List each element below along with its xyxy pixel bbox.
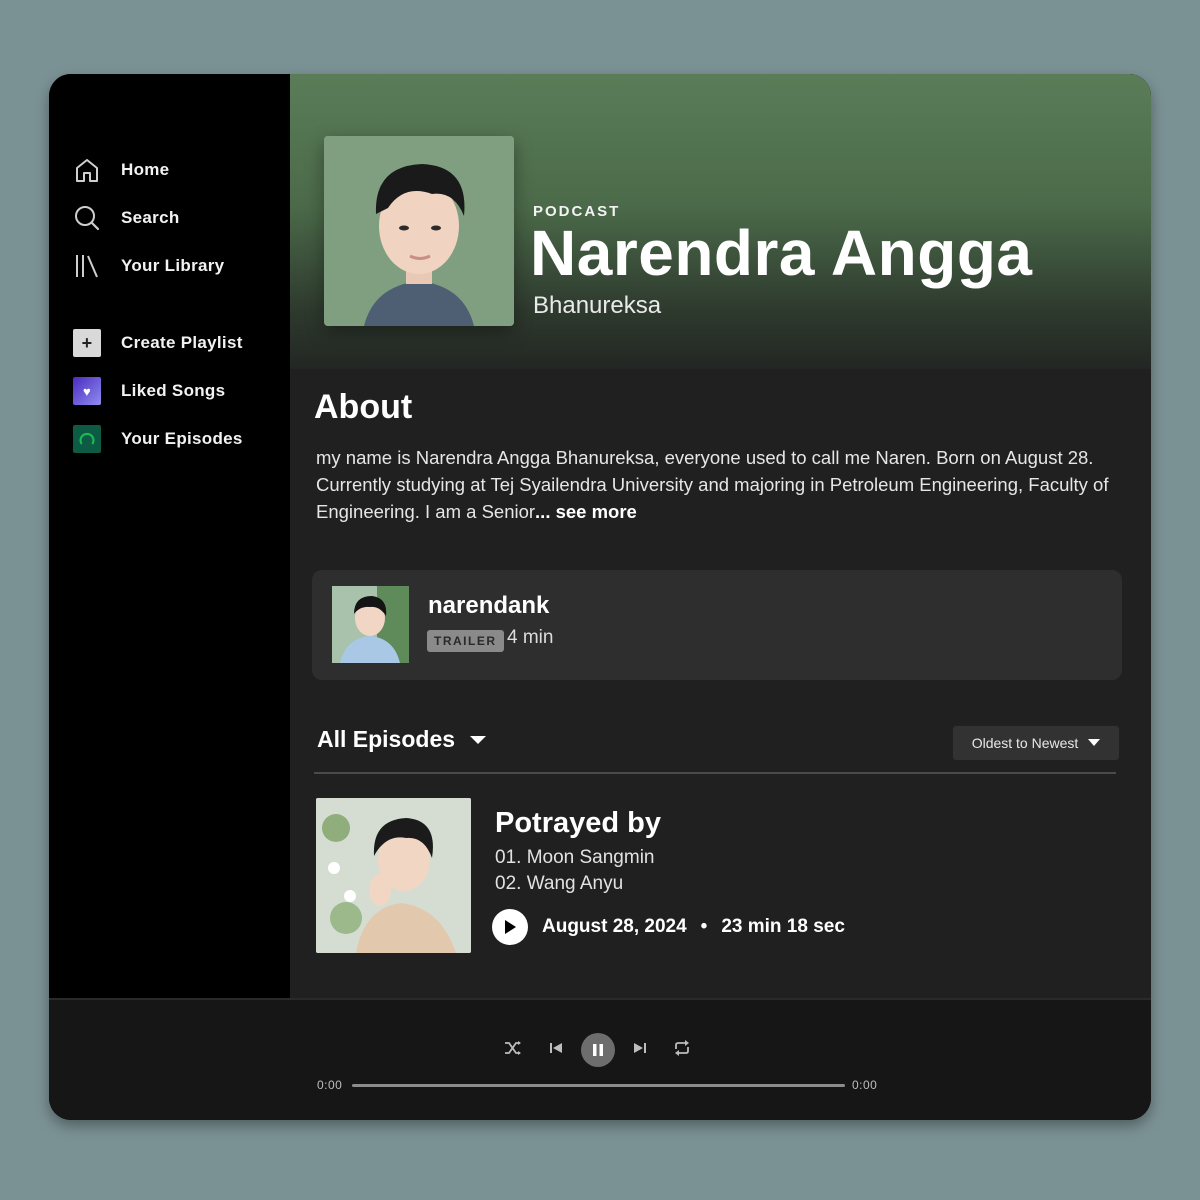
podcast-header: PODCAST Narendra Angga Bhanureksa — [290, 74, 1151, 369]
heart-icon: ♥ — [73, 377, 101, 405]
shuffle-button[interactable] — [504, 1040, 522, 1056]
podcast-cover-image — [324, 136, 514, 326]
sidebar-item-liked-songs[interactable]: ♥ Liked Songs — [73, 377, 225, 405]
sort-label: Oldest to Newest — [971, 735, 1079, 751]
episode-meta: August 28, 2024 • 23 min 18 sec — [492, 909, 845, 945]
sidebar-item-home[interactable]: Home — [73, 156, 169, 184]
home-icon — [76, 159, 98, 182]
episode-thumbnail — [316, 798, 471, 953]
repeat-button[interactable] — [673, 1040, 691, 1056]
sidebar-item-label: Your Episodes — [121, 429, 243, 448]
page-title: Narendra Angga — [530, 217, 1033, 289]
about-description: my name is Narendra Angga Bhanureksa, ev… — [316, 444, 1116, 525]
sidebar-item-label: Your Library — [121, 256, 225, 275]
episode-title: Potrayed by — [495, 807, 661, 839]
about-heading: About — [314, 388, 413, 426]
episode-description-line: 01. Moon Sangmin — [495, 847, 655, 868]
repeat-icon — [675, 1040, 689, 1056]
skip-forward-icon — [634, 1043, 646, 1053]
previous-button[interactable] — [549, 1041, 563, 1055]
time-total: 0:00 — [852, 1078, 878, 1092]
sidebar-item-create-playlist[interactable]: + Create Playlist — [73, 329, 243, 357]
episodes-filter-dropdown[interactable]: All Episodes — [317, 726, 487, 753]
main-content: PODCAST Narendra Angga Bhanureksa About … — [290, 74, 1151, 998]
sidebar-item-search[interactable]: Search — [73, 204, 180, 232]
play-icon — [505, 920, 516, 934]
player-bar: 0:00 0:00 — [49, 998, 1151, 1120]
plus-icon: + — [73, 329, 101, 357]
trailer-card[interactable]: narendank TRAILER 4 min — [312, 570, 1122, 680]
library-icon — [76, 255, 98, 278]
trailer-title: narendank — [428, 592, 550, 619]
sidebar: Home Search Your Library + Create Playli… — [49, 74, 290, 998]
pause-icon — [593, 1044, 603, 1056]
sidebar-item-your-episodes[interactable]: Your Episodes — [73, 425, 243, 453]
next-button[interactable] — [633, 1041, 647, 1055]
sidebar-item-library[interactable]: Your Library — [73, 252, 224, 280]
see-more-link[interactable]: ... see more — [535, 501, 637, 522]
chevron-down-icon — [1088, 739, 1101, 746]
chevron-down-icon — [470, 735, 487, 744]
sidebar-item-label: Home — [121, 160, 170, 179]
trailer-thumbnail — [332, 586, 409, 663]
progress-bar[interactable] — [352, 1084, 845, 1087]
episodes-divider — [314, 772, 1116, 774]
sort-dropdown[interactable]: Oldest to Newest — [953, 726, 1119, 760]
episode-date: August 28, 2024 — [542, 916, 687, 937]
sidebar-item-label: Search — [121, 208, 180, 227]
skip-back-icon — [550, 1043, 562, 1053]
app-window: Home Search Your Library + Create Playli… — [49, 74, 1151, 1120]
trailer-badge: TRAILER — [427, 630, 504, 652]
episode-description-line: 02. Wang Anyu — [495, 873, 624, 894]
episodes-filter-label: All Episodes — [317, 726, 456, 752]
search-icon — [75, 206, 100, 231]
episode-duration: 23 min 18 sec — [721, 916, 845, 937]
episode-play-button[interactable] — [492, 909, 528, 945]
sidebar-item-label: Create Playlist — [121, 333, 243, 352]
pause-button[interactable] — [581, 1033, 615, 1067]
page-subtitle: Bhanureksa — [533, 292, 662, 319]
sidebar-item-label: Liked Songs — [121, 381, 226, 400]
episodes-icon — [73, 425, 101, 453]
shuffle-icon — [505, 1041, 521, 1055]
about-text: my name is Narendra Angga Bhanureksa, ev… — [316, 447, 1109, 522]
trailer-duration: 4 min — [507, 627, 554, 648]
time-elapsed: 0:00 — [317, 1078, 343, 1092]
meta-separator: • — [700, 916, 708, 937]
